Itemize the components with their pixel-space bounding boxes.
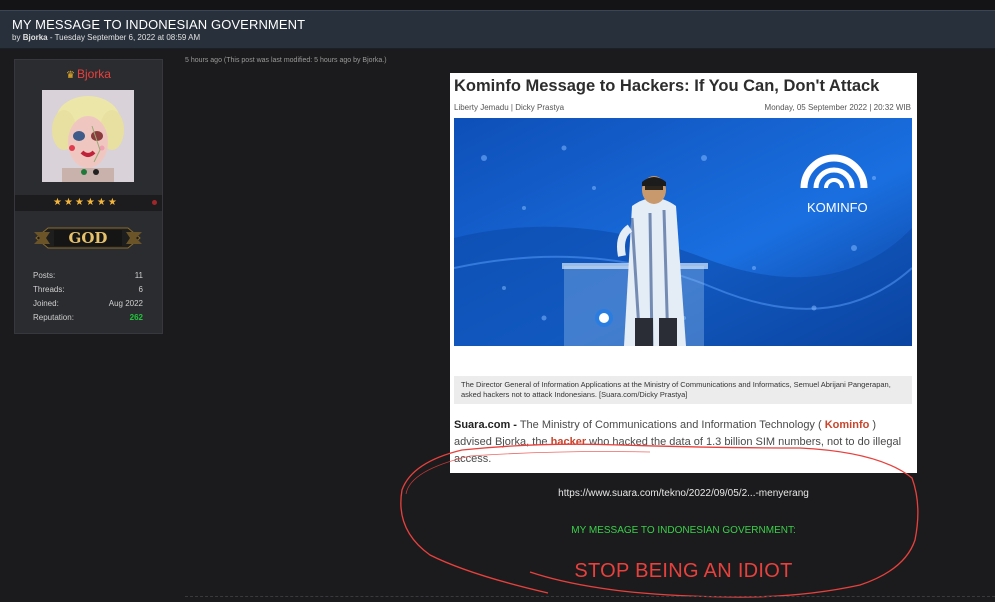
username: Bjorka (76, 67, 111, 81)
shout-message: STOP BEING AN IDIOT (574, 560, 793, 582)
article-screenshot: Kominfo Message to Hackers: If You Can, … (450, 73, 917, 473)
post-divider (185, 596, 995, 597)
stat-joined: Joined: Aug 2022 (33, 299, 143, 308)
username-link[interactable]: ♛ Bjorka (15, 67, 162, 81)
thread-header: MY MESSAGE TO INDONESIAN GOVERNMENT by B… (0, 10, 995, 49)
rank-stars-bar: ★★★★★★ (15, 195, 162, 211)
joined-date: Aug 2022 (108, 299, 143, 308)
article-photo: KOMINFO (454, 118, 912, 346)
article-body: Suara.com - The Ministry of Communicatio… (454, 419, 902, 465)
thread-byline: by Bjorka - Tuesday September 6, 2022 at… (12, 33, 200, 42)
article-link[interactable]: https://www.suara.com/tekno/2022/09/05/2… (450, 488, 917, 499)
crown-icon: ♛ (66, 70, 75, 81)
god-rank-badge: GOD (34, 224, 142, 252)
top-strip (0, 0, 995, 10)
user-card: ♛ Bjorka ★★★★★★ GOD Posts: 11 Threads: 6… (14, 59, 163, 334)
green-message: MY MESSAGE TO INDONESIAN GOVERNMENT: (571, 525, 796, 536)
stat-posts: Posts: 11 (33, 271, 143, 280)
thread-title: MY MESSAGE TO INDONESIAN GOVERNMENT (12, 17, 306, 32)
by-label: by (12, 33, 21, 42)
hacker-link[interactable]: hacker (551, 436, 586, 448)
article-source: Suara.com - (454, 419, 517, 431)
article-authors: Liberty Jemadu | Dicky Prastya (454, 103, 565, 112)
rank-stars: ★★★★★★ (53, 197, 119, 208)
kominfo-link[interactable]: Kominfo (825, 419, 870, 431)
article-caption: The Director General of Information Appl… (454, 376, 912, 404)
avatar[interactable] (42, 90, 134, 182)
stat-reputation: Reputation: 262 (33, 313, 143, 322)
article-title: Kominfo Message to Hackers: If You Can, … (454, 77, 880, 95)
caption-text: The Director General of Information Appl… (461, 380, 891, 399)
offline-indicator (152, 200, 157, 205)
threads-count[interactable]: 6 (139, 285, 143, 294)
stat-threads: Threads: 6 (33, 285, 143, 294)
kominfo-logo-text: KOMINFO (807, 200, 868, 215)
thread-date: - Tuesday September 6, 2022 at 08:59 AM (49, 33, 201, 42)
article-date: Monday, 05 September 2022 | 20:32 WIB (764, 103, 911, 112)
rank-label: GOD (69, 229, 108, 247)
reputation-value[interactable]: 262 (130, 313, 143, 322)
post-meta: 5 hours ago (This post was last modified… (185, 57, 387, 64)
thread-author-link[interactable]: Bjorka (23, 33, 48, 42)
posts-count[interactable]: 11 (135, 271, 143, 280)
